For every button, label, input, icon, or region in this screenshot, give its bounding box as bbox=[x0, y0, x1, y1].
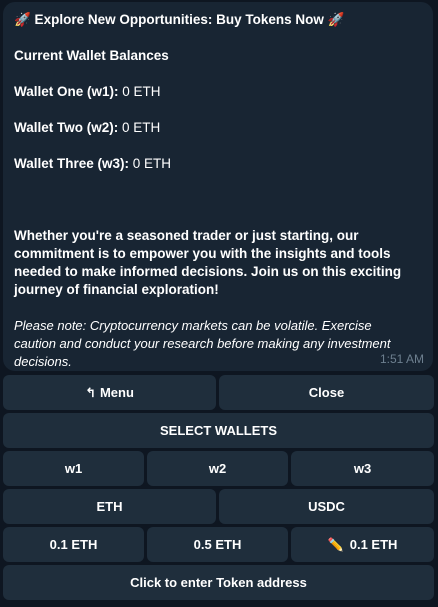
wallet-w2-button[interactable]: w2 bbox=[147, 451, 288, 486]
message-time: 1:51 AM bbox=[379, 352, 424, 366]
wallet-line-w3: Wallet Three (w3): 0 ETH bbox=[14, 155, 171, 173]
wallet-label: Wallet One (w1): bbox=[14, 84, 119, 99]
custom-amount-button[interactable]: ✏️ 0.1 ETH bbox=[291, 527, 434, 562]
amount-0-5-eth-button[interactable]: 0.5 ETH bbox=[147, 527, 288, 562]
close-button[interactable]: Close bbox=[219, 375, 434, 410]
wallet-w3-button[interactable]: w3 bbox=[291, 451, 434, 486]
wallet-label: Wallet Two (w2): bbox=[14, 120, 119, 135]
message-bubble: 🚀 Explore New Opportunities: Buy Tokens … bbox=[3, 2, 433, 371]
select-wallets-button[interactable]: SELECT WALLETS bbox=[3, 413, 434, 448]
wallet-value: 0 ETH bbox=[122, 120, 161, 135]
wallet-value: 0 ETH bbox=[132, 156, 172, 171]
token-address-button[interactable]: Click to enter Token address bbox=[3, 565, 434, 600]
usdc-button[interactable]: USDC bbox=[219, 489, 434, 524]
custom-amount-label: 0.1 ETH bbox=[349, 537, 398, 552]
amount-0-1-eth-button[interactable]: 0.1 ETH bbox=[3, 527, 144, 562]
chat-screen: 🚀 Explore New Opportunities: Buy Tokens … bbox=[0, 0, 438, 607]
menu-button[interactable]: ↰ Menu bbox=[3, 375, 216, 410]
menu-button-label: Menu bbox=[99, 385, 134, 400]
message-title: 🚀 Explore New Opportunities: Buy Tokens … bbox=[14, 12, 345, 27]
wallet-line-w2: Wallet Two (w2): 0 ETH bbox=[14, 119, 160, 137]
risk-note: Please note: Cryptocurrency markets can … bbox=[14, 318, 391, 369]
wallet-line-w1: Wallet One (w1): 0 ETH bbox=[14, 83, 161, 101]
pencil-icon: ✏️ bbox=[327, 536, 344, 552]
wallet-label: Wallet Three (w3): bbox=[14, 156, 130, 171]
wallet-value: 0 ETH bbox=[122, 84, 161, 99]
eth-button[interactable]: ETH bbox=[3, 489, 216, 524]
balances-heading: Current Wallet Balances bbox=[14, 48, 169, 63]
message-paragraph: Whether you're a seasoned trader or just… bbox=[14, 228, 402, 297]
back-arrow-icon: ↰ bbox=[85, 384, 96, 400]
wallet-w1-button[interactable]: w1 bbox=[3, 451, 144, 486]
